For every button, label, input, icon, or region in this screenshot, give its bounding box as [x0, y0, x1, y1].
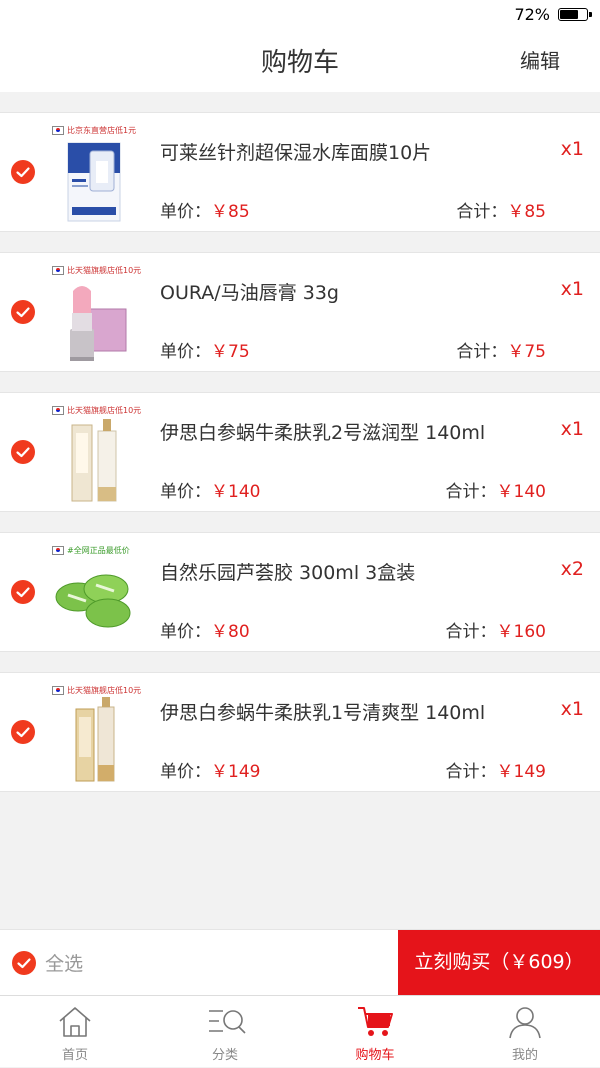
tab-label: 购物车: [355, 1048, 395, 1063]
category-search-icon: [209, 1010, 246, 1034]
checkmark-icon: [16, 587, 30, 598]
subtotal: 合计：￥75: [456, 342, 546, 362]
product-image-lotion-bottle-gold[interactable]: 比天猫旗舰店低10元: [48, 681, 141, 785]
product-image-lotion-bottle[interactable]: 比天猫旗舰店低10元: [48, 401, 141, 505]
product-name[interactable]: OURA/马油唇膏 33g: [160, 278, 339, 305]
korea-flag-icon: [52, 686, 64, 695]
unit-price: 单价：￥80: [160, 622, 250, 642]
cart-item: 比天猫旗舰店低10元 伊思白参蜗牛柔肤乳2号滋润型 140ml x1 单价：￥1…: [0, 392, 600, 512]
subtotal: 合计：￥149: [445, 762, 546, 782]
status-bar: 72%: [0, 0, 600, 30]
item-checkbox[interactable]: [11, 300, 35, 324]
korea-flag-icon: [52, 126, 64, 135]
tab-category[interactable]: 分类: [150, 996, 300, 1068]
korea-flag-icon: [52, 546, 64, 555]
unit-price: 单价：￥75: [160, 342, 250, 362]
checkmark-icon: [16, 167, 30, 178]
cart-item: #全网正品最低价 自然乐园芦荟胶 300ml 3盒装 x2 单价：￥80 合计：…: [0, 532, 600, 652]
tab-profile[interactable]: 我的: [450, 996, 600, 1068]
product-image-lipstick[interactable]: 比天猫旗舰店低10元: [48, 261, 141, 365]
product-image-mask-box[interactable]: 比京东直营店低1元: [48, 121, 136, 225]
promo-tag: #全网正品最低价: [52, 545, 130, 556]
tab-label: 分类: [211, 1048, 238, 1063]
item-checkbox[interactable]: [11, 440, 35, 464]
tab-label: 首页: [61, 1048, 88, 1063]
promo-tag: 比天猫旗舰店低10元: [52, 685, 141, 696]
home-icon: [59, 1007, 91, 1037]
checkmark-icon: [16, 307, 30, 318]
tab-bar: 首页 分类 购物车 我的: [0, 995, 600, 1067]
quantity: x2: [560, 558, 584, 580]
quantity: x1: [560, 698, 584, 720]
product-name[interactable]: 伊思白参蜗牛柔肤乳1号清爽型 140ml: [160, 698, 485, 725]
checkmark-icon: [16, 447, 30, 458]
korea-flag-icon: [52, 266, 64, 275]
product-name[interactable]: 伊思白参蜗牛柔肤乳2号滋润型 140ml: [160, 418, 485, 445]
promo-tag: 比京东直营店低1元: [52, 125, 136, 136]
unit-price: 单价：￥140: [160, 482, 261, 502]
cart-item: 比天猫旗舰店低10元 OURA/马油唇膏 33g x1 单价：￥75 合计：￥7…: [0, 252, 600, 372]
select-all-label: 全选: [45, 953, 84, 975]
battery-icon: [558, 8, 592, 21]
tab-home[interactable]: 首页: [0, 996, 150, 1068]
checkout-bar: 全选 立刻购买（￥609）: [0, 929, 600, 995]
quantity: x1: [560, 138, 584, 160]
edit-button[interactable]: 编辑: [520, 45, 560, 74]
cart-icon: [358, 1007, 393, 1036]
cart-list: 比京东直营店低1元 可莱丝针剂超保湿水库面膜10片 x1 单价：￥85 合计：￥…: [0, 112, 600, 812]
battery-percentage: 72%: [514, 5, 550, 24]
promo-tag: 比天猫旗舰店低10元: [52, 405, 141, 416]
checkmark-icon: [16, 727, 30, 738]
unit-price: 单价：￥149: [160, 762, 261, 782]
product-name[interactable]: 自然乐园芦荟胶 300ml 3盒装: [160, 558, 415, 585]
checkmark-icon: [17, 957, 31, 968]
cart-item: 比京东直营店低1元 可莱丝针剂超保湿水库面膜10片 x1 单价：￥85 合计：￥…: [0, 112, 600, 232]
buy-now-button[interactable]: 立刻购买（￥609）: [398, 930, 600, 995]
promo-tag: 比天猫旗舰店低10元: [52, 265, 141, 276]
quantity: x1: [560, 418, 584, 440]
item-checkbox[interactable]: [11, 720, 35, 744]
cart-item: 比天猫旗舰店低10元 伊思白参蜗牛柔肤乳1号清爽型 140ml x1 单价：￥1…: [0, 672, 600, 792]
tab-label: 我的: [511, 1048, 538, 1063]
subtotal: 合计：￥140: [445, 482, 546, 502]
item-checkbox[interactable]: [11, 160, 35, 184]
nav-bar: 购物车 编辑: [0, 30, 600, 92]
select-all-checkbox[interactable]: [12, 950, 36, 975]
product-image-aloe-jars[interactable]: #全网正品最低价: [48, 541, 136, 645]
page-title: 购物车: [260, 48, 339, 78]
unit-price: 单价：￥85: [160, 202, 250, 222]
subtotal: 合计：￥160: [445, 622, 546, 642]
select-all-toggle[interactable]: 全选: [12, 949, 83, 976]
tab-cart[interactable]: 购物车: [300, 996, 450, 1068]
item-checkbox[interactable]: [11, 580, 35, 604]
user-icon: [509, 1007, 541, 1039]
korea-flag-icon: [52, 406, 64, 415]
subtotal: 合计：￥85: [456, 202, 546, 222]
quantity: x1: [560, 278, 584, 300]
product-name[interactable]: 可莱丝针剂超保湿水库面膜10片: [160, 138, 431, 165]
